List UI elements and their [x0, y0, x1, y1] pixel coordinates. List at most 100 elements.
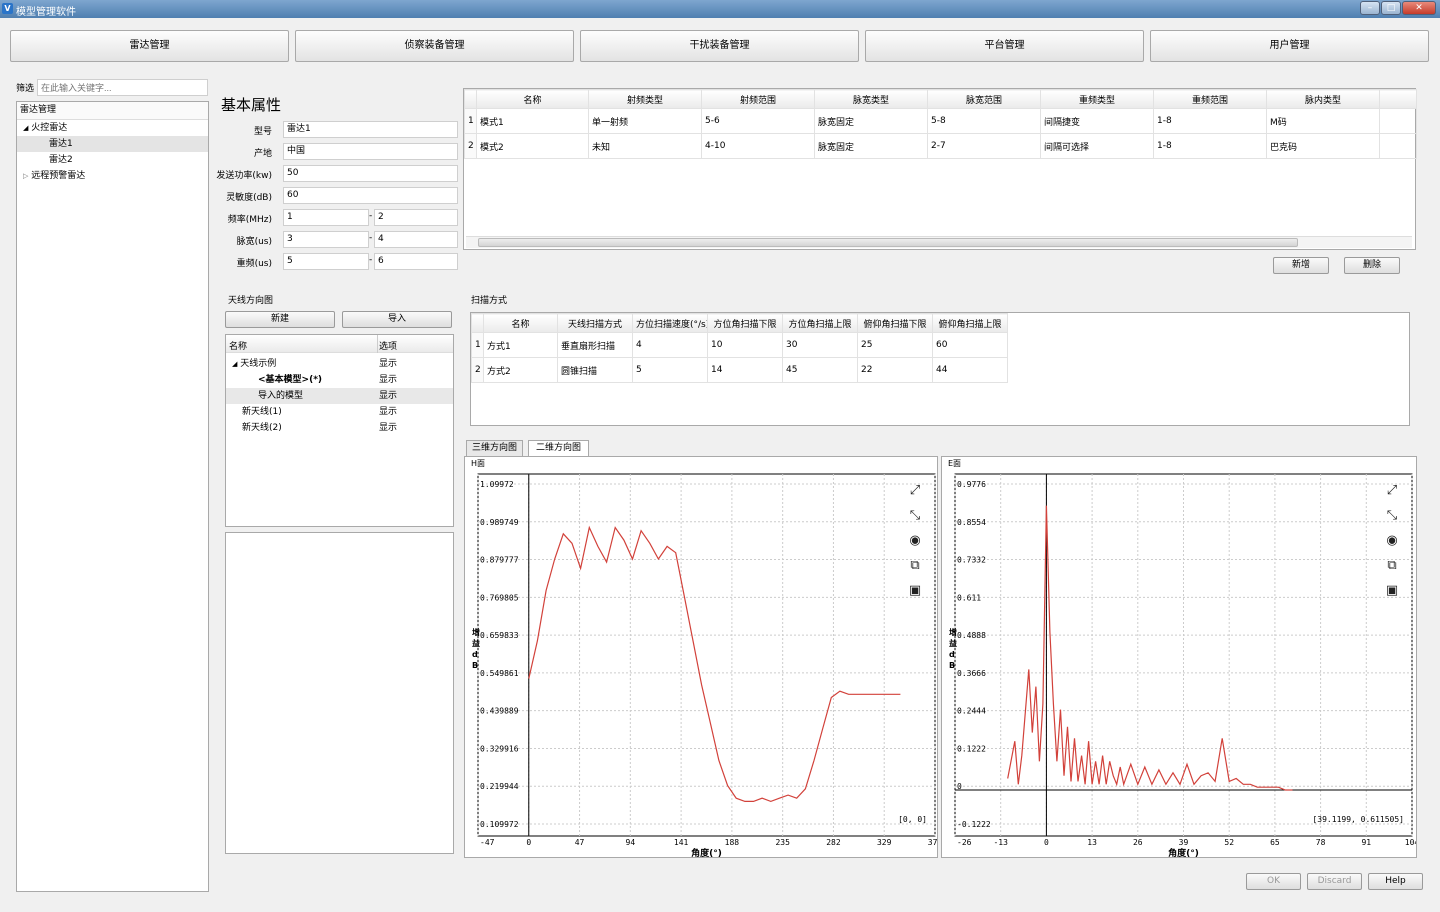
- nav-user-button[interactable]: 用户管理: [1150, 30, 1429, 62]
- table-cell[interactable]: 5-8: [927, 108, 1041, 134]
- table-cell[interactable]: 5: [632, 357, 708, 383]
- tree-item-firecontrol[interactable]: ◢ 火控雷达: [17, 120, 208, 136]
- column-header[interactable]: 脉宽类型: [814, 89, 928, 109]
- scrollbar-thumb[interactable]: [478, 238, 1298, 247]
- antenna-item-option[interactable]: 显示: [379, 404, 397, 420]
- antenna-item[interactable]: 新天线(2) 显示: [226, 420, 453, 436]
- range-min-input[interactable]: 1: [283, 209, 369, 226]
- table-cell[interactable]: 1-8: [1153, 133, 1267, 159]
- import-antenna-button[interactable]: 导入: [342, 311, 452, 328]
- column-header[interactable]: 方位角扫描下限: [707, 313, 783, 333]
- table-cell[interactable]: M码: [1266, 108, 1380, 134]
- table-cell[interactable]: 脉宽固定: [814, 133, 928, 159]
- column-header[interactable]: 射频类型: [588, 89, 702, 109]
- antenna-item[interactable]: ◢ 天线示例 显示: [226, 356, 453, 372]
- range-min-input[interactable]: 5: [283, 253, 369, 270]
- column-header[interactable]: 脉宽范围: [927, 89, 1041, 109]
- expand-arrow-icon[interactable]: ◢: [232, 360, 237, 368]
- fit-view-icon[interactable]: ⤢: [1387, 483, 1397, 498]
- table-cell[interactable]: 方式2: [483, 357, 558, 383]
- fullscreen-icon[interactable]: ▣: [909, 583, 921, 598]
- column-header[interactable]: 射频范围: [701, 89, 815, 109]
- table-cell[interactable]: 5-6: [701, 108, 815, 134]
- table-cell[interactable]: 方式1: [483, 332, 558, 358]
- zoom-box-icon[interactable]: ⧉: [910, 558, 919, 573]
- field-input[interactable]: 中国: [283, 143, 458, 160]
- ok-button[interactable]: OK: [1246, 873, 1301, 890]
- mode-row[interactable]: 1 模式1 单一射频 5-6 脉宽固定 5-8 间隔捷变 1-8 M码: [464, 108, 1417, 134]
- column-header[interactable]: 重频类型: [1040, 89, 1154, 109]
- column-header[interactable]: 名称: [476, 89, 589, 109]
- column-header[interactable]: 方位角扫描上限: [782, 313, 858, 333]
- table-cell[interactable]: 25: [857, 332, 933, 358]
- antenna-item[interactable]: 导入的模型 显示: [226, 388, 453, 404]
- column-header[interactable]: 方位扫描速度(°/s): [632, 313, 708, 333]
- maximize-button[interactable]: □: [1381, 1, 1401, 15]
- nav-recon-button[interactable]: 侦察装备管理: [295, 30, 574, 62]
- filter-input[interactable]: [37, 79, 208, 96]
- horizontal-scrollbar[interactable]: [466, 236, 1412, 248]
- delete-mode-button[interactable]: 删除: [1344, 257, 1400, 274]
- column-header[interactable]: 重频范围: [1153, 89, 1267, 109]
- range-max-input[interactable]: 6: [374, 253, 458, 270]
- field-input[interactable]: 60: [283, 187, 458, 204]
- target-icon[interactable]: ◉: [909, 533, 920, 548]
- expand-arrow-icon[interactable]: ▷: [23, 172, 28, 180]
- antenna-item[interactable]: <基本模型>(*) 显示: [226, 372, 453, 388]
- column-header[interactable]: 名称: [483, 313, 558, 333]
- antenna-item[interactable]: 新天线(1) 显示: [226, 404, 453, 420]
- tree-item-radar2[interactable]: 雷达2: [17, 152, 208, 168]
- mode-row[interactable]: 2 模式2 未知 4-10 脉宽固定 2-7 间隔可选择 1-8 巴克码: [464, 133, 1417, 159]
- table-cell[interactable]: 巴克码: [1266, 133, 1380, 159]
- tab-2d-pattern[interactable]: 二维方向图: [528, 440, 589, 457]
- expand-arrow-icon[interactable]: ◢: [23, 124, 28, 132]
- table-cell[interactable]: 模式2: [476, 133, 589, 159]
- antenna-item-option[interactable]: 显示: [379, 388, 397, 404]
- tree-item-radar1[interactable]: 雷达1: [17, 136, 208, 152]
- table-cell[interactable]: 2-7: [927, 133, 1041, 159]
- antenna-item-option[interactable]: 显示: [379, 356, 397, 372]
- table-cell[interactable]: 4-10: [701, 133, 815, 159]
- field-input[interactable]: 雷达1: [283, 121, 458, 138]
- antenna-item-option[interactable]: 显示: [379, 372, 397, 388]
- minimize-button[interactable]: –: [1360, 1, 1380, 15]
- nav-platform-button[interactable]: 平台管理: [865, 30, 1144, 62]
- table-cell[interactable]: 未知: [588, 133, 702, 159]
- help-button[interactable]: Help: [1368, 873, 1423, 890]
- table-cell[interactable]: 1-8: [1153, 108, 1267, 134]
- table-cell[interactable]: 模式1: [476, 108, 589, 134]
- range-min-input[interactable]: 3: [283, 231, 369, 248]
- discard-button[interactable]: Discard: [1307, 873, 1362, 890]
- table-cell[interactable]: 44: [932, 357, 1008, 383]
- table-cell[interactable]: 4: [632, 332, 708, 358]
- column-header[interactable]: 天线扫描方式: [557, 313, 633, 333]
- plot-area[interactable]: [477, 473, 936, 837]
- table-cell[interactable]: 单一射频: [588, 108, 702, 134]
- tab-3d-pattern[interactable]: 三维方向图: [466, 440, 523, 456]
- field-input[interactable]: 50: [283, 165, 458, 182]
- target-icon[interactable]: ◉: [1386, 533, 1397, 548]
- shrink-icon[interactable]: ⤡: [910, 508, 921, 523]
- table-cell[interactable]: 垂直扇形扫描: [557, 332, 633, 358]
- zoom-box-icon[interactable]: ⧉: [1387, 558, 1396, 573]
- range-max-input[interactable]: 2: [374, 209, 458, 226]
- nav-jammer-button[interactable]: 干扰装备管理: [580, 30, 859, 62]
- tree-item-early-warning[interactable]: ▷ 远程预警雷达: [17, 168, 208, 184]
- range-max-input[interactable]: 4: [374, 231, 458, 248]
- column-header[interactable]: 俯仰角扫描下限: [857, 313, 933, 333]
- antenna-item-option[interactable]: 显示: [379, 420, 397, 436]
- column-header[interactable]: 俯仰角扫描上限: [932, 313, 1008, 333]
- column-header[interactable]: 脉内类型: [1266, 89, 1380, 109]
- scan-row[interactable]: 2 方式2 圆锥扫描 5 14 45 22 44: [471, 357, 1008, 383]
- scan-row[interactable]: 1 方式1 垂直扇形扫描 4 10 30 25 60: [471, 332, 1008, 358]
- table-cell[interactable]: 10: [707, 332, 783, 358]
- table-cell[interactable]: 14: [707, 357, 783, 383]
- table-cell[interactable]: 30: [782, 332, 858, 358]
- shrink-icon[interactable]: ⤡: [1387, 508, 1398, 523]
- table-cell[interactable]: 22: [857, 357, 933, 383]
- add-mode-button[interactable]: 新增: [1273, 257, 1329, 274]
- new-antenna-button[interactable]: 新建: [225, 311, 335, 328]
- close-button[interactable]: ✕: [1402, 1, 1436, 15]
- fullscreen-icon[interactable]: ▣: [1386, 583, 1398, 598]
- table-cell[interactable]: 间隔可选择: [1040, 133, 1154, 159]
